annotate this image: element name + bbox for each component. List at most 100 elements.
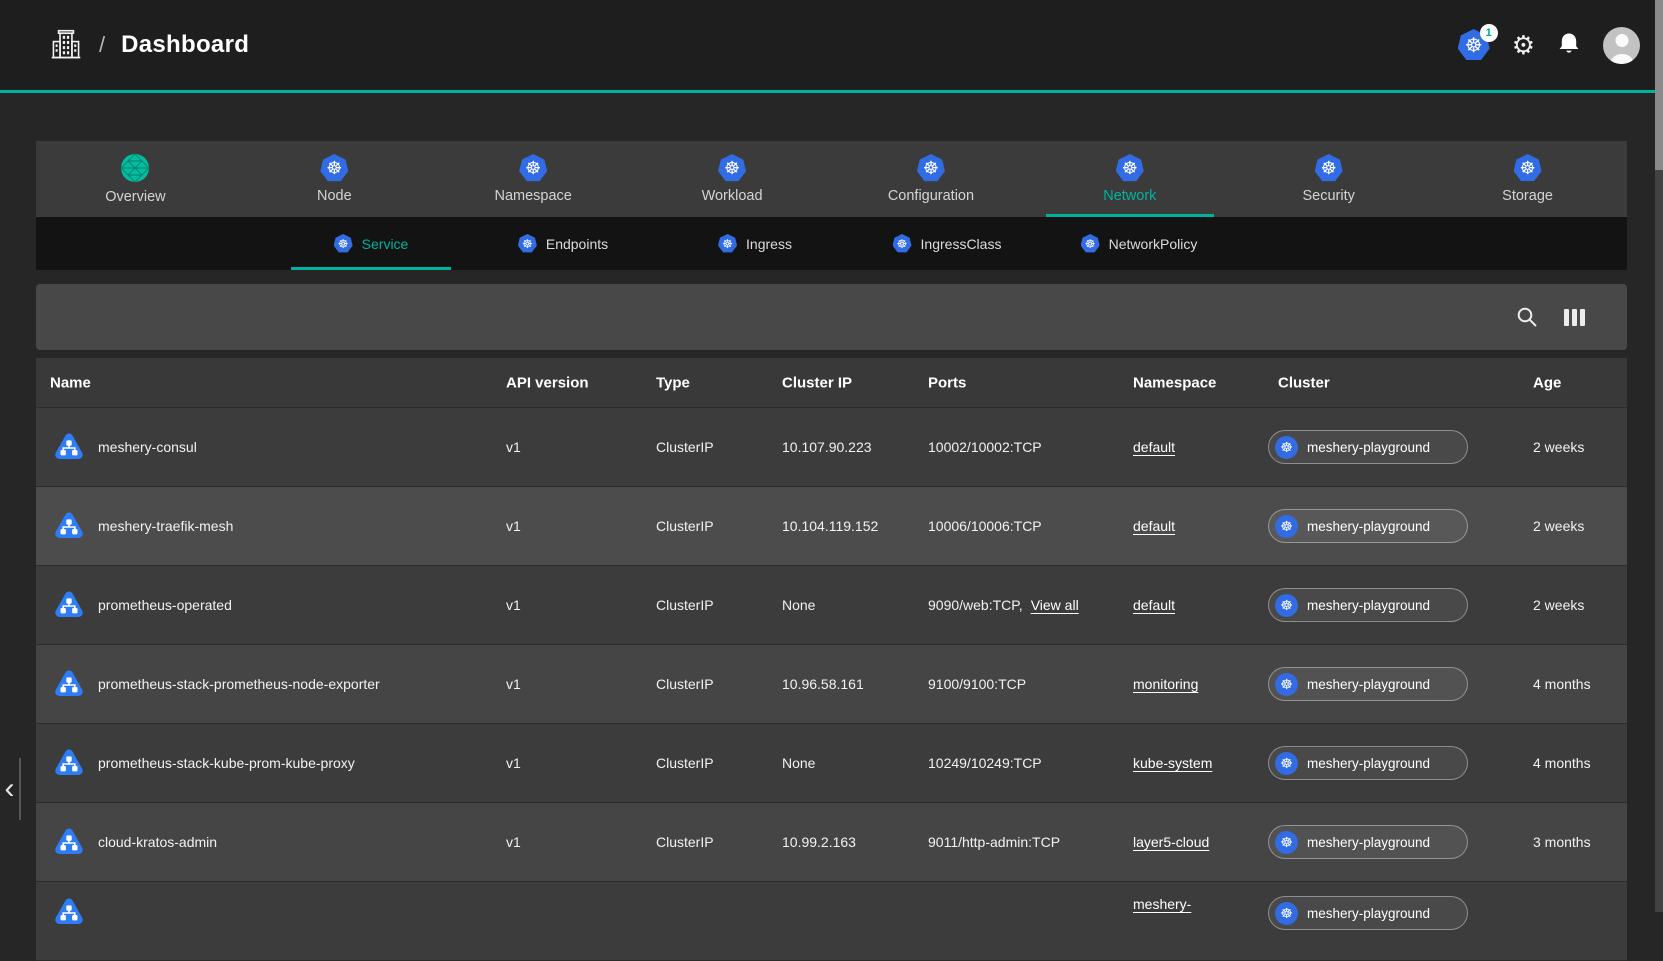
subtab-service[interactable]: ☸ Service (275, 217, 467, 270)
organization-building-icon[interactable] (51, 29, 81, 61)
kubernetes-icon: ☸ (1275, 594, 1298, 617)
api-version: v1 (506, 518, 521, 534)
service-icon (53, 826, 85, 858)
subtab-networkpolicy[interactable]: ☸ NetworkPolicy (1043, 217, 1235, 270)
namespace-link[interactable]: layer5-cloud (1133, 834, 1209, 850)
service-name: meshery-traefik-mesh (98, 518, 233, 534)
subtab-label: Ingress (746, 236, 792, 252)
api-version: v1 (506, 834, 521, 850)
tab-label: Node (317, 188, 352, 204)
namespace-link[interactable]: monitoring (1133, 676, 1198, 692)
cluster-chip[interactable]: ☸meshery-playground (1268, 509, 1468, 543)
table-row[interactable]: prometheus-stack-kube-prom-kube-proxy v1… (36, 724, 1627, 803)
cluster-ip: None (782, 597, 815, 613)
tab-configuration[interactable]: ☸ Configuration (832, 141, 1031, 217)
search-icon[interactable] (1516, 306, 1538, 328)
tab-storage[interactable]: ☸ Storage (1428, 141, 1627, 217)
table-header: Name API version Type Cluster IP Ports N… (36, 358, 1627, 408)
column-header-namespace[interactable]: Namespace (1133, 374, 1216, 391)
column-header-name[interactable]: Name (50, 374, 91, 391)
settings-gear-icon[interactable]: ⚙ (1512, 32, 1535, 58)
cluster-chip[interactable]: ☸ meshery-playground (1268, 896, 1468, 930)
cluster-name: meshery-playground (1307, 440, 1430, 455)
namespace-link[interactable]: default (1133, 518, 1175, 534)
table-row[interactable]: prometheus-operated v1 ClusterIP None 90… (36, 566, 1627, 645)
breadcrumb-separator: / (99, 32, 105, 58)
kubernetes-icon: ☸ (518, 234, 537, 253)
table-row[interactable]: meshery-traefik-mesh v1 ClusterIP 10.104… (36, 487, 1627, 566)
scrollbar-thumb[interactable] (1655, 0, 1663, 170)
table-row[interactable]: meshery- ☸ meshery-playground (36, 882, 1627, 961)
kubernetes-icon: ☸ (1275, 902, 1298, 925)
service-type: ClusterIP (656, 439, 714, 455)
subtab-ingressclass[interactable]: ☸ IngressClass (851, 217, 1043, 270)
kubernetes-context-button[interactable]: ☸ 1 (1458, 29, 1490, 61)
subtab-endpoints[interactable]: ☸ Endpoints (467, 217, 659, 270)
ports-cell: 10249/10249:TCP (928, 755, 1050, 771)
age: 4 months (1533, 755, 1591, 771)
cluster-name: meshery-playground (1307, 756, 1430, 771)
cluster-chip[interactable]: ☸meshery-playground (1268, 825, 1468, 859)
age: 2 weeks (1533, 518, 1584, 534)
column-header-age[interactable]: Age (1533, 374, 1561, 391)
table-row[interactable]: prometheus-stack-prometheus-node-exporte… (36, 645, 1627, 724)
tab-label: Storage (1502, 188, 1553, 204)
column-header-api-version[interactable]: API version (506, 374, 589, 391)
meshery-logo-icon (120, 153, 150, 183)
cluster-name: meshery-playground (1307, 598, 1430, 613)
age: 4 months (1533, 676, 1591, 692)
table-toolbar (36, 284, 1627, 350)
cluster-ip: 10.107.90.223 (782, 439, 872, 455)
tab-network[interactable]: ☸ Network (1030, 141, 1229, 217)
namespace-link[interactable]: meshery- (1133, 896, 1191, 912)
service-type: ClusterIP (656, 755, 714, 771)
appbar: / Dashboard ☸ 1 ⚙ (0, 0, 1663, 93)
namespace-link[interactable]: default (1133, 439, 1175, 455)
column-header-ports[interactable]: Ports (928, 374, 966, 391)
namespace-link[interactable]: default (1133, 597, 1175, 613)
notifications-bell-icon[interactable] (1557, 32, 1581, 58)
cluster-ip: 10.96.58.161 (782, 676, 864, 692)
table-row[interactable]: meshery-consul v1 ClusterIP 10.107.90.22… (36, 408, 1627, 487)
tab-overview[interactable]: Overview (36, 141, 235, 217)
cluster-chip[interactable]: ☸meshery-playground (1268, 430, 1468, 464)
cluster-chip[interactable]: ☸meshery-playground (1268, 746, 1468, 780)
dashboard-content: Overview ☸ Node ☸ Namespace ☸ Workload ☸… (36, 141, 1627, 961)
user-avatar[interactable] (1603, 27, 1640, 64)
cluster-chip[interactable]: ☸meshery-playground (1268, 667, 1468, 701)
service-icon (53, 589, 85, 621)
chevron-left-icon: ‹ (5, 774, 15, 804)
ports-value: 9090/web:TCP, (928, 597, 1023, 613)
subtab-ingress[interactable]: ☸ Ingress (659, 217, 851, 270)
context-count-badge: 1 (1480, 24, 1498, 42)
cluster-name: meshery-playground (1307, 906, 1430, 921)
ports-cell (928, 896, 936, 912)
namespace-link[interactable]: kube-system (1133, 755, 1212, 771)
tab-label: Workload (702, 188, 763, 204)
column-header-type[interactable]: Type (656, 374, 690, 391)
kubernetes-icon: ☸ (519, 154, 547, 182)
table-body: meshery-consul v1 ClusterIP 10.107.90.22… (36, 408, 1627, 961)
subtab-label: Service (362, 236, 409, 252)
tab-namespace[interactable]: ☸ Namespace (434, 141, 633, 217)
tab-node[interactable]: ☸ Node (235, 141, 434, 217)
drawer-expand-handle[interactable]: ‹ (0, 758, 21, 820)
tab-workload[interactable]: ☸ Workload (633, 141, 832, 217)
api-version: v1 (506, 597, 521, 613)
view-all-ports-link[interactable]: View all (1031, 597, 1079, 613)
view-columns-icon[interactable] (1564, 309, 1586, 326)
ports-cell: 10006/10006:TCP (928, 518, 1050, 534)
service-icon (53, 896, 85, 928)
avatar-head-shape (1615, 34, 1628, 47)
appbar-actions: ☸ 1 ⚙ (1458, 27, 1640, 64)
column-header-cluster[interactable]: Cluster (1278, 374, 1330, 391)
table-row[interactable]: cloud-kratos-admin v1 ClusterIP 10.99.2.… (36, 803, 1627, 882)
cluster-name: meshery-playground (1307, 835, 1430, 850)
vertical-scrollbar[interactable] (1655, 0, 1663, 912)
subtab-label: Endpoints (546, 236, 608, 252)
tab-security[interactable]: ☸ Security (1229, 141, 1428, 217)
kubernetes-icon: ☸ (1275, 515, 1298, 538)
column-header-cluster-ip[interactable]: Cluster IP (782, 374, 852, 391)
tab-label: Overview (105, 189, 165, 205)
cluster-chip[interactable]: ☸ meshery-playground (1268, 588, 1468, 622)
